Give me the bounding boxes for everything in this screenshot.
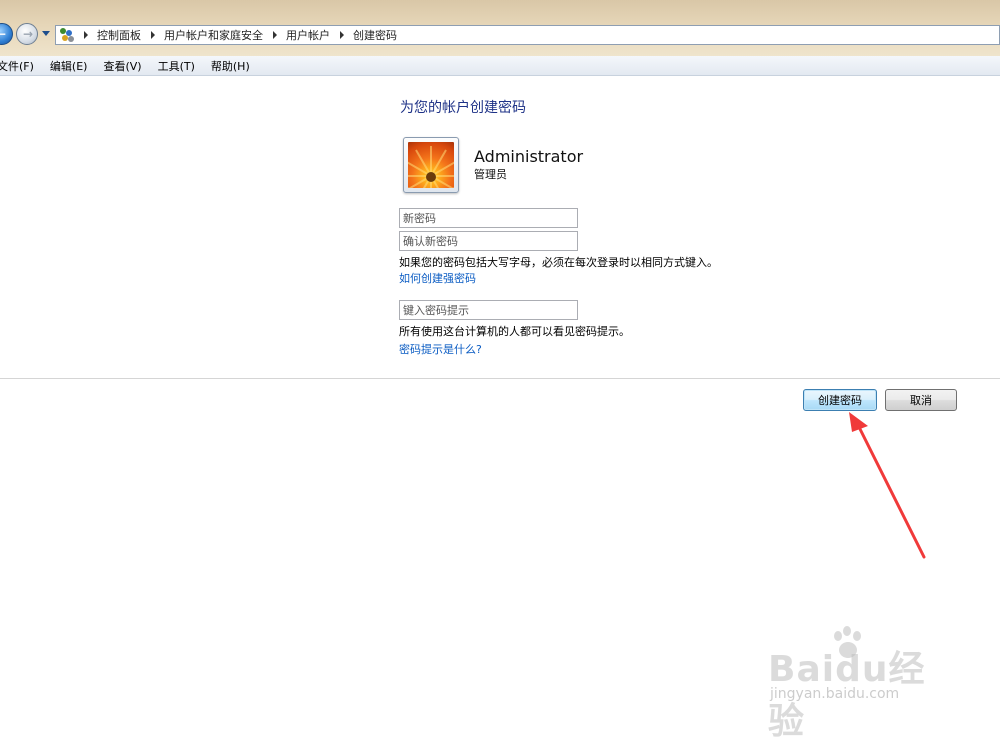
account-name: Administrator bbox=[474, 147, 584, 166]
flower-avatar-icon bbox=[408, 142, 454, 188]
breadcrumb-user-accounts-family-safety[interactable]: 用户帐户和家庭安全 bbox=[164, 27, 263, 43]
password-hint-input[interactable] bbox=[399, 300, 578, 320]
breadcrumb-chevron-icon[interactable] bbox=[151, 31, 155, 39]
back-arrow-icon: ← bbox=[0, 27, 7, 41]
confirm-password-input[interactable] bbox=[399, 231, 578, 251]
back-button[interactable]: ← bbox=[0, 23, 13, 45]
menu-view[interactable]: 查看(V) bbox=[103, 58, 141, 74]
breadcrumb-user-accounts[interactable]: 用户帐户 bbox=[286, 27, 330, 43]
menu-tools[interactable]: 工具(T) bbox=[158, 58, 195, 74]
watermark-url: jingyan.baidu.com bbox=[770, 686, 900, 702]
page-title: 为您的帐户创建密码 bbox=[400, 100, 526, 116]
menu-bar: 文件(F) 编辑(E) 查看(V) 工具(T) 帮助(H) bbox=[0, 56, 1000, 76]
recent-pages-dropdown-icon[interactable] bbox=[42, 31, 50, 36]
create-password-button[interactable]: 创建密码 bbox=[803, 389, 877, 411]
baidu-watermark: Baidu经验 jingyan.baidu.com bbox=[768, 626, 948, 742]
account-type: 管理员 bbox=[474, 168, 507, 181]
caps-lock-note: 如果您的密码包括大写字母，必须在每次登录时以相同方式键入。 bbox=[399, 256, 718, 269]
content-divider bbox=[0, 378, 1000, 379]
breadcrumb-chevron-icon[interactable] bbox=[84, 31, 88, 39]
breadcrumb-control-panel[interactable]: 控制面板 bbox=[97, 27, 141, 43]
address-bar[interactable]: 控制面板 用户帐户和家庭安全 用户帐户 创建密码 bbox=[55, 25, 1000, 45]
menu-file[interactable]: 文件(F) bbox=[0, 58, 34, 74]
new-password-input[interactable] bbox=[399, 208, 578, 228]
forward-arrow-icon: → bbox=[23, 27, 34, 41]
cancel-button[interactable]: 取消 bbox=[885, 389, 957, 411]
user-avatar-frame bbox=[403, 137, 459, 193]
breadcrumb-chevron-icon[interactable] bbox=[273, 31, 277, 39]
window-titlebar: ← → 控制面板 用户帐户和家庭安全 用户帐户 创建密码 bbox=[0, 0, 1000, 56]
menu-help[interactable]: 帮助(H) bbox=[211, 58, 250, 74]
breadcrumb-chevron-icon[interactable] bbox=[340, 31, 344, 39]
hint-visibility-note: 所有使用这台计算机的人都可以看见密码提示。 bbox=[399, 325, 630, 338]
password-hint-help-link[interactable]: 密码提示是什么? bbox=[399, 341, 482, 357]
forward-button[interactable]: → bbox=[16, 23, 38, 45]
strong-password-help-link[interactable]: 如何创建强密码 bbox=[399, 270, 476, 286]
breadcrumb-create-password[interactable]: 创建密码 bbox=[353, 27, 397, 43]
menu-edit[interactable]: 编辑(E) bbox=[50, 58, 88, 74]
control-panel-icon bbox=[60, 28, 74, 42]
